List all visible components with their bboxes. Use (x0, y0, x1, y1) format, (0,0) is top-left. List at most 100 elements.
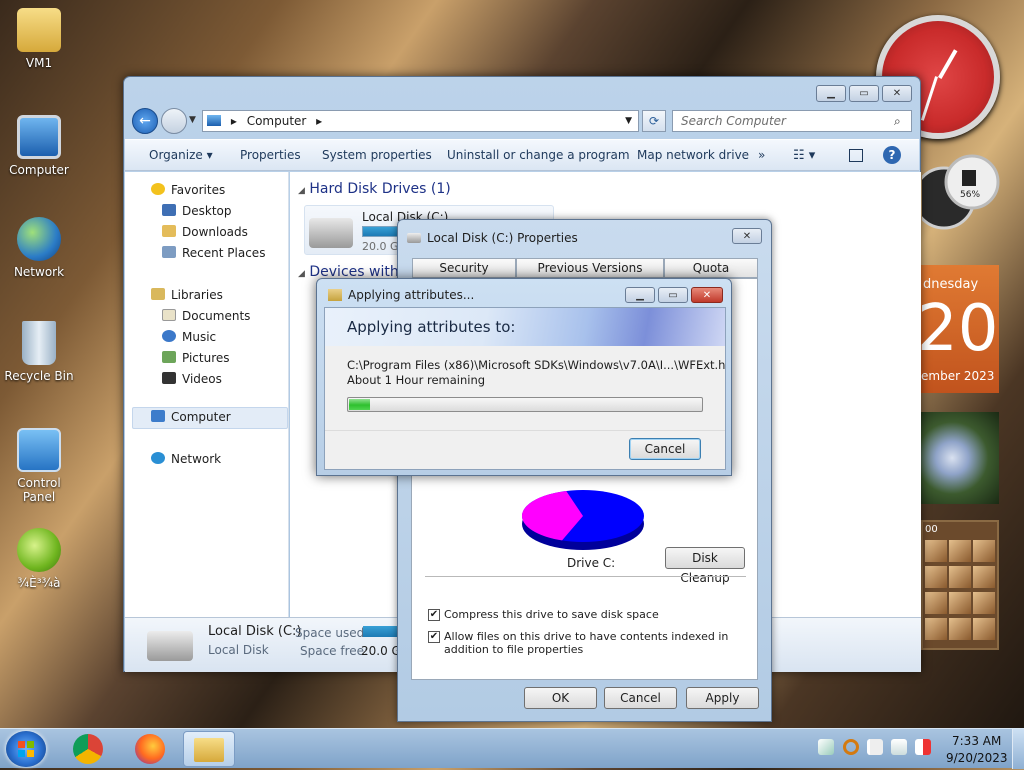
puzzle-time: 00 (925, 524, 938, 535)
desktop-icon-vm1[interactable]: VM1 (0, 8, 78, 70)
space-free-label: Space free: (300, 644, 369, 658)
nav-pictures[interactable]: Pictures (162, 351, 230, 365)
minimize-button[interactable]: ▁ (816, 85, 846, 102)
tray-flag-icon[interactable] (867, 739, 883, 755)
taskbar-firefox[interactable] (124, 731, 176, 767)
cancel-button[interactable]: Cancel (604, 687, 677, 709)
tab-previous-versions[interactable]: Previous Versions (516, 258, 664, 278)
nav-favorites[interactable]: Favorites (151, 183, 225, 197)
more-commands-button[interactable]: » (758, 148, 765, 162)
index-checkbox[interactable]: ✔ (428, 631, 440, 643)
hard-drive-icon (309, 218, 353, 248)
ok-button[interactable]: OK (524, 687, 597, 709)
applying-attributes-dialog[interactable]: Applying attributes... ▁ ▭ ✕ Applying at… (316, 278, 732, 476)
clock-time[interactable]: 7:33 AM (952, 734, 1001, 748)
nav-computer[interactable]: Computer (151, 410, 231, 424)
current-file-path: C:\Program Files (x86)\Microsoft SDKs\Wi… (347, 358, 726, 372)
hdd-group-header[interactable]: ◢ Hard Disk Drives (1) (298, 181, 451, 197)
space-used-label: Space used: (295, 626, 369, 640)
time-remaining: About 1 Hour remaining (347, 373, 486, 387)
desktop-icon-recycle-bin[interactable]: Recycle Bin (0, 321, 78, 383)
libraries-icon (151, 288, 165, 300)
desktop-icon-control-panel[interactable]: Control Panel (0, 428, 78, 504)
recent-pages-dropdown[interactable]: ▼ (189, 115, 196, 125)
desktop-icon (162, 204, 176, 216)
nav-downloads[interactable]: Downloads (162, 225, 248, 239)
nav-documents[interactable]: Documents (162, 309, 250, 323)
tray-volume-muted-icon[interactable] (915, 739, 931, 755)
calendar-day: 20 (921, 292, 999, 366)
address-dropdown-icon[interactable]: ▼ (625, 111, 632, 131)
disk-cleanup-button[interactable]: Disk Cleanup (665, 547, 745, 585)
command-bar: Organize ▾ Properties System properties … (125, 139, 919, 171)
taskbar-chrome[interactable] (62, 731, 114, 767)
map-network-drive-button[interactable]: Map network drive (637, 148, 749, 162)
network-icon (151, 452, 165, 464)
nav-music[interactable]: Music (162, 330, 216, 344)
dialog-icon (328, 289, 342, 301)
desktop-icon-network[interactable]: Network (0, 217, 78, 279)
forward-button[interactable] (161, 108, 187, 134)
videos-icon (162, 372, 176, 384)
calendar-month: ember 2023 (921, 369, 995, 383)
tray-pen-icon[interactable] (818, 739, 834, 755)
organize-button[interactable]: Organize ▾ (149, 148, 213, 162)
view-options-icon[interactable]: ☷ ▾ (793, 148, 815, 163)
disk-usage-pie (522, 490, 644, 550)
properties-button[interactable]: Properties (240, 148, 301, 162)
desktop-icon-label: Control Panel (17, 476, 61, 504)
preview-pane-icon[interactable] (849, 149, 863, 162)
calendar-gadget[interactable]: dnesday 20 ember 2023 (921, 265, 999, 393)
taskbar-explorer[interactable] (183, 731, 235, 767)
search-input[interactable]: Search Computer (672, 110, 912, 132)
apply-button[interactable]: Apply (686, 687, 759, 709)
slideshow-gadget[interactable] (921, 412, 999, 504)
picture-puzzle-gadget[interactable]: 00 (921, 520, 999, 650)
index-label: Allow files on this drive to have conten… (444, 630, 729, 656)
tab-security[interactable]: Security (412, 258, 516, 278)
computer-small-icon (207, 115, 221, 126)
cpu-meter-gadget[interactable]: 56% (912, 150, 1000, 232)
tray-network-icon[interactable] (891, 739, 907, 755)
downloads-icon (162, 225, 176, 237)
refresh-button[interactable]: ⟳ (642, 110, 666, 132)
details-name: Local Disk (C:) (208, 624, 302, 639)
taskbar: 7:33 AM 9/20/2023 (0, 728, 1024, 769)
pictures-icon (162, 351, 176, 363)
desktop-icon-label: VM1 (25, 56, 53, 70)
help-icon[interactable]: ? (883, 146, 901, 164)
nav-desktop[interactable]: Desktop (162, 204, 232, 218)
clock-minute-hand (920, 76, 938, 121)
tab-quota[interactable]: Quota (664, 258, 758, 278)
nav-videos[interactable]: Videos (162, 372, 222, 386)
dialog-maximize-button[interactable]: ▭ (658, 287, 688, 303)
start-button[interactable] (6, 731, 46, 767)
chrome-icon (73, 734, 103, 764)
explorer-folder-icon (194, 738, 224, 762)
close-button[interactable]: ✕ (882, 85, 912, 102)
tray-search-icon[interactable] (843, 739, 859, 755)
maximize-button[interactable]: ▭ (849, 85, 879, 102)
dialog-cancel-button[interactable]: Cancel (629, 438, 701, 460)
address-path[interactable]: Computer (247, 114, 307, 128)
desktop-icon-label: Recycle Bin (4, 369, 74, 383)
address-bar[interactable]: ▸ Computer ▸ ▼ (202, 110, 639, 132)
dialog-header-banner: Applying attributes to: (325, 308, 725, 346)
dialog-close-button[interactable]: ✕ (691, 287, 723, 303)
properties-close-button[interactable]: ✕ (732, 228, 762, 244)
show-desktop-button[interactable] (1012, 729, 1024, 769)
desktop-icon-computer[interactable]: Computer (0, 115, 78, 177)
nav-recent-places[interactable]: Recent Places (162, 246, 265, 260)
back-button[interactable]: ← (132, 108, 158, 134)
compress-checkbox[interactable]: ✔ (428, 609, 440, 621)
search-icon: ⌕ (894, 114, 901, 128)
dialog-minimize-button[interactable]: ▁ (625, 287, 655, 303)
nav-network[interactable]: Network (151, 452, 221, 466)
nav-libraries[interactable]: Libraries (151, 288, 223, 302)
clock-date[interactable]: 9/20/2023 (946, 751, 1008, 765)
desktop-icon-shortcut[interactable]: ¾È³¾à (0, 528, 78, 590)
system-properties-button[interactable]: System properties (322, 148, 432, 162)
dialog-footer-line (325, 430, 725, 431)
drive-label: Drive C: (567, 556, 616, 570)
uninstall-program-button[interactable]: Uninstall or change a program (447, 148, 630, 162)
